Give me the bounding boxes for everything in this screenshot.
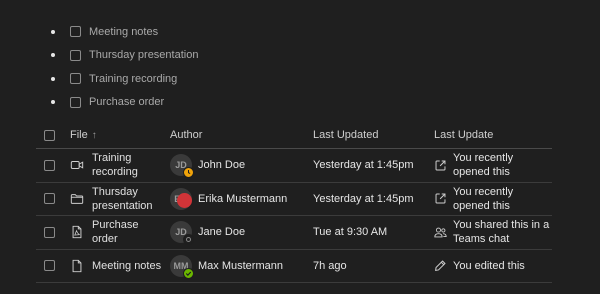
table-header-row: File ↑ Author Last Updated Last Update bbox=[36, 122, 552, 149]
task-label: Training recording bbox=[89, 72, 178, 85]
column-header-author[interactable]: Author bbox=[170, 129, 313, 141]
sort-ascending-icon: ↑ bbox=[91, 129, 97, 141]
table-row[interactable]: Thursday presentation EM Erika Musterman… bbox=[36, 183, 552, 216]
last-update-text: You recently opened this bbox=[453, 185, 514, 212]
author-name: Jane Doe bbox=[198, 226, 246, 239]
column-header-author-label: Author bbox=[170, 129, 203, 141]
last-update-text: You edited this bbox=[453, 259, 525, 272]
task-label: Thursday presentation bbox=[89, 49, 199, 62]
last-updated-text: Tue at 9:30 AM bbox=[313, 226, 388, 239]
bullet-icon bbox=[51, 53, 55, 58]
row-checkbox[interactable] bbox=[44, 226, 55, 238]
file-table: File ↑ Author Last Updated Last Update T bbox=[36, 122, 552, 283]
avatar[interactable]: JD bbox=[170, 154, 194, 179]
column-header-last-updated[interactable]: Last Updated bbox=[313, 129, 434, 141]
task-item-thursday-presentation: Thursday presentation bbox=[50, 44, 198, 68]
file-name[interactable]: Training recording bbox=[92, 151, 138, 179]
last-updated-text: 7h ago bbox=[313, 259, 347, 272]
task-list: Meeting notes Thursday presentation Trai… bbox=[50, 20, 198, 114]
task-checkbox[interactable] bbox=[70, 49, 81, 61]
task-checkbox[interactable] bbox=[70, 96, 81, 108]
last-updated-text: Yesterday at 1:45pm bbox=[313, 192, 414, 205]
bullet-icon bbox=[51, 100, 55, 105]
select-all-checkbox[interactable] bbox=[44, 129, 55, 141]
video-icon bbox=[70, 158, 84, 172]
column-header-last-update-label: Last Update bbox=[434, 129, 494, 141]
open-external-icon bbox=[434, 192, 447, 205]
last-update-text: You shared this in a Teams chat bbox=[453, 219, 550, 246]
avatar[interactable]: JD bbox=[170, 221, 194, 246]
presence-offline-icon bbox=[183, 234, 194, 246]
task-label: Meeting notes bbox=[89, 25, 159, 38]
presence-busy-icon bbox=[177, 192, 192, 208]
folder-icon bbox=[70, 192, 84, 206]
file-name[interactable]: Meeting notes bbox=[92, 259, 161, 273]
row-checkbox[interactable] bbox=[44, 193, 55, 205]
column-header-last-updated-label: Last Updated bbox=[313, 129, 379, 141]
table-row[interactable]: Training recording JD John Doe Yesterday… bbox=[36, 149, 552, 183]
row-checkbox[interactable] bbox=[44, 159, 55, 171]
author-name: John Doe bbox=[198, 159, 246, 172]
pdf-document-icon bbox=[70, 225, 84, 239]
column-header-file-label: File bbox=[70, 129, 88, 141]
avatar[interactable]: MM bbox=[170, 254, 194, 279]
task-checkbox[interactable] bbox=[70, 73, 81, 85]
people-icon bbox=[434, 226, 447, 239]
author-name: Erika Mustermann bbox=[198, 192, 288, 205]
column-header-file[interactable]: File ↑ bbox=[70, 129, 170, 141]
table-row[interactable]: Meeting notes MM Max Mustermann 7h ago Y… bbox=[36, 250, 552, 283]
last-update-text: You recently opened this bbox=[453, 152, 514, 179]
presence-available-icon bbox=[183, 267, 194, 279]
presence-away-icon bbox=[183, 167, 194, 179]
task-item-training-recording: Training recording bbox=[50, 67, 198, 91]
avatar[interactable]: EM bbox=[170, 187, 192, 210]
task-checkbox[interactable] bbox=[70, 26, 81, 38]
open-external-icon bbox=[434, 159, 447, 172]
last-updated-text: Yesterday at 1:45pm bbox=[313, 159, 414, 172]
author-name: Max Mustermann bbox=[198, 259, 283, 272]
document-icon bbox=[70, 259, 84, 273]
file-name[interactable]: Thursday presentation bbox=[92, 185, 153, 213]
file-name[interactable]: Purchase order bbox=[92, 218, 138, 246]
row-checkbox[interactable] bbox=[44, 260, 55, 272]
bullet-icon bbox=[51, 29, 55, 34]
table-row[interactable]: Purchase order JD Jane Doe Tue at 9:30 A… bbox=[36, 216, 552, 250]
bullet-icon bbox=[51, 76, 55, 81]
task-item-purchase-order: Purchase order bbox=[50, 91, 198, 115]
pencil-icon bbox=[434, 259, 447, 272]
task-label: Purchase order bbox=[89, 96, 165, 109]
column-header-last-update[interactable]: Last Update bbox=[434, 129, 552, 141]
task-item-meeting-notes: Meeting notes bbox=[50, 20, 198, 44]
